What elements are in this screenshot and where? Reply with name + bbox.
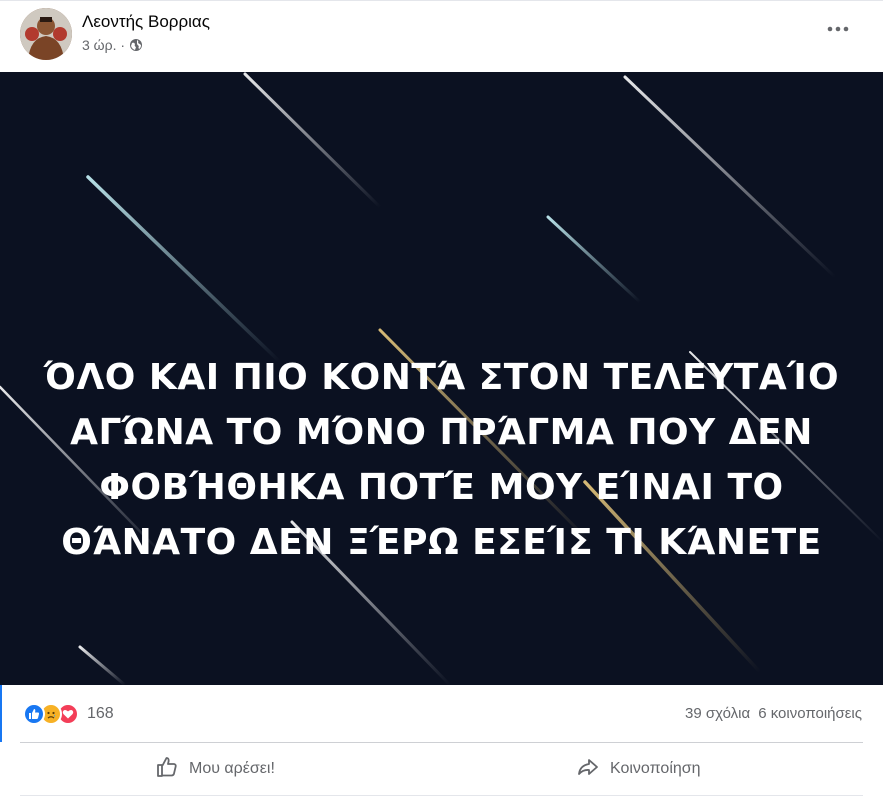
- thumbs-up-icon: [155, 755, 179, 784]
- more-horizontal-icon: [827, 26, 849, 32]
- banner-text-line: ΌΛΟ ΚΑΙ ΠΙΟ ΚΟΝΤΆ ΣΤΟΝ ΤΕΛΕΥΤΑΊΟ: [43, 357, 840, 398]
- share-label: Κοινοποίηση: [610, 760, 701, 777]
- post-actions: Μου αρέσει! Κοινοποίηση: [0, 743, 883, 795]
- share-button[interactable]: Κοινοποίηση: [576, 751, 701, 787]
- globe-icon[interactable]: [129, 38, 143, 52]
- reactions-summary[interactable]: 168: [23, 703, 114, 725]
- shares-count-link[interactable]: 6 κοινοποιήσεις: [758, 705, 862, 722]
- banner-text: ΌΛΟ ΚΑΙ ΠΙΟ ΚΟΝΤΆ ΣΤΟΝ ΤΕΛΕΥΤΑΊΟ ΑΓΏΝΑ Τ…: [0, 350, 883, 570]
- like-label: Μου αρέσει!: [189, 760, 275, 777]
- post-meta: 3 ώρ. ·: [82, 37, 143, 53]
- facebook-post: Λεοντής Βορριας 3 ώρ. · ΌΛΟ ΚΑΙ ΠΙΟ ΚΟΝΤ…: [0, 0, 883, 800]
- reaction-count: 168: [87, 705, 114, 722]
- post-header: Λεοντής Βορριας 3 ώρ. ·: [0, 0, 883, 72]
- post-time[interactable]: 3 ώρ. ·: [82, 37, 125, 53]
- more-options-button[interactable]: [823, 19, 853, 39]
- engagement-stats: 168 39 σχόλια 6 κοινοποιήσεις: [0, 685, 883, 742]
- like-icon: [23, 703, 45, 725]
- banner-text-line: ΘΆΝΑΤΟ ΔΕΝ ΞΈΡΩ ΕΣΕΊΣ ΤΙ ΚΆΝΕΤΕ: [61, 522, 822, 563]
- comments-count-link[interactable]: 39 σχόλια: [685, 705, 750, 722]
- post-image-banner[interactable]: ΌΛΟ ΚΑΙ ΠΙΟ ΚΟΝΤΆ ΣΤΟΝ ΤΕΛΕΥΤΑΊΟ ΑΓΏΝΑ Τ…: [0, 72, 883, 685]
- avatar[interactable]: [20, 8, 72, 60]
- divider: [20, 795, 863, 796]
- author-name[interactable]: Λεοντής Βορριας: [82, 12, 210, 32]
- like-button[interactable]: Μου αρέσει!: [155, 751, 275, 787]
- banner-text-line: ΑΓΏΝΑ ΤΟ ΜΌΝΟ ΠΡΆΓΜΑ ΠΟΥ ΔΕΝ: [70, 412, 813, 453]
- banner-text-line: ΦΟΒΉΘΗΚΑ ΠΟΤΈ ΜΟΥ ΕΊΝΑΙ ΤΟ: [99, 467, 784, 508]
- comments-shares: 39 σχόλια 6 κοινοποιήσεις: [685, 705, 862, 722]
- share-arrow-icon: [576, 755, 600, 784]
